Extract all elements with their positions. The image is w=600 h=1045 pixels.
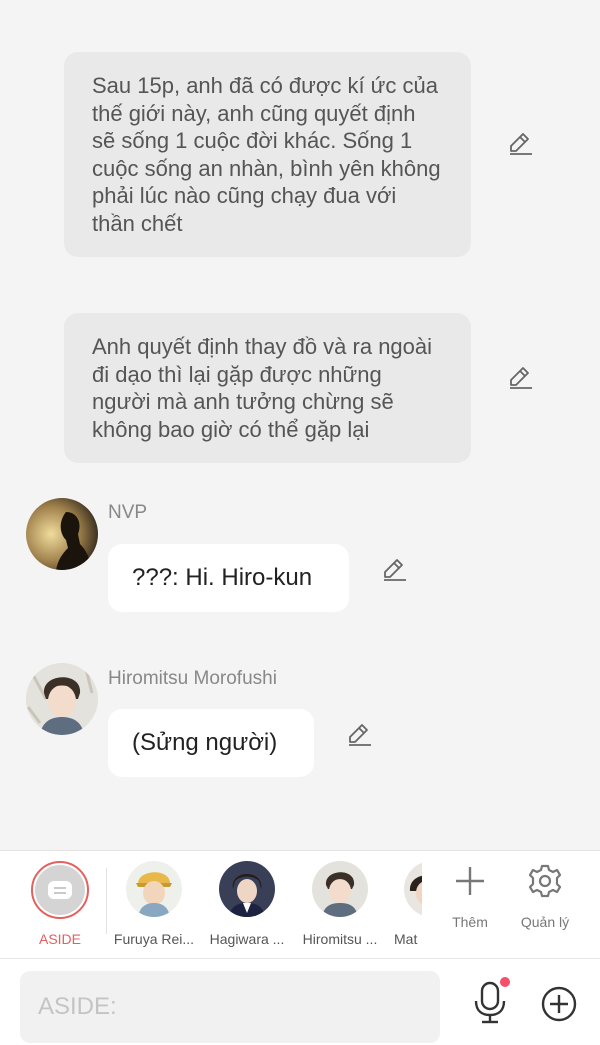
sender-name: Hiromitsu Morofushi	[108, 668, 277, 689]
plus-icon	[456, 867, 484, 895]
input-bar	[0, 958, 600, 1045]
character-label: Mat	[394, 931, 418, 947]
narration-text: Sau 15p, anh đã có được kí ức của thế gi…	[92, 73, 441, 236]
microphone-icon[interactable]	[470, 981, 510, 1025]
avatar	[312, 861, 368, 917]
add-character-button[interactable]: Thêm	[435, 863, 505, 930]
character-hiromitsu[interactable]: Hiromitsu ...	[294, 861, 386, 947]
divider	[106, 868, 107, 934]
aside-icon	[48, 881, 72, 899]
character-label: Hiromitsu ...	[302, 931, 378, 947]
notification-dot	[500, 977, 510, 987]
avatar	[126, 861, 182, 917]
narration-bubble: Anh quyết định thay đồ và ra ngoài đi dạ…	[64, 313, 471, 463]
manage-label: Quản lý	[520, 914, 570, 930]
aside-avatar	[31, 861, 89, 919]
character-label: ASIDE	[38, 931, 81, 947]
character-bar: ASIDE Furuya Rei... Hagiwara ... Hiromit…	[0, 850, 600, 958]
narration-bubble: Sau 15p, anh đã có được kí ức của thế gi…	[64, 52, 471, 257]
message-bubble: ???: Hi. Hiro-kun	[108, 544, 349, 612]
gear-icon	[528, 864, 562, 898]
manage-button[interactable]: Quản lý	[510, 863, 580, 930]
avatar[interactable]	[26, 663, 98, 735]
edit-icon[interactable]	[380, 556, 408, 584]
character-label: Furuya Rei...	[113, 931, 195, 947]
character-aside[interactable]: ASIDE	[14, 861, 106, 947]
character-hagiwara[interactable]: Hagiwara ...	[201, 861, 293, 947]
character-furuya[interactable]: Furuya Rei...	[108, 861, 200, 947]
add-circle-icon[interactable]	[540, 985, 578, 1023]
character-mat[interactable]: Mat	[386, 861, 422, 947]
edit-icon[interactable]	[506, 130, 534, 158]
add-label: Thêm	[452, 914, 488, 930]
edit-icon[interactable]	[345, 721, 373, 749]
sender-name: NVP	[108, 502, 148, 523]
edit-icon[interactable]	[506, 364, 534, 392]
avatar	[219, 861, 275, 917]
avatar	[404, 861, 422, 917]
narration-text: Anh quyết định thay đồ và ra ngoài đi dạ…	[92, 334, 433, 442]
message-input[interactable]	[20, 971, 440, 1043]
character-label: Hagiwara ...	[209, 931, 285, 947]
message-bubble: (Sửng người)	[108, 709, 314, 777]
avatar[interactable]	[26, 498, 98, 570]
